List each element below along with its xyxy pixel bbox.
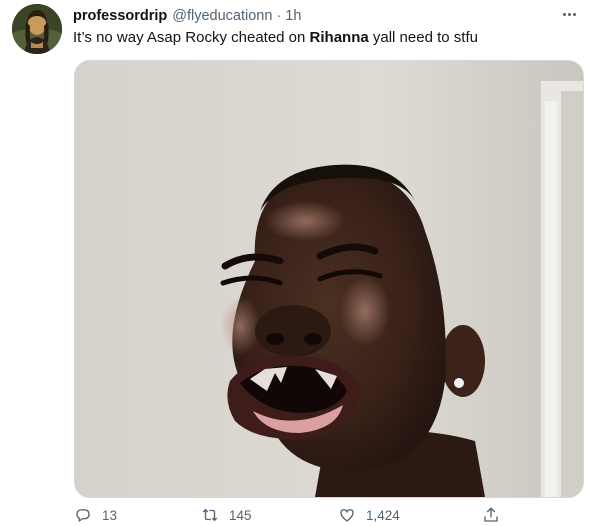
author-handle[interactable]: @flyeducationn (172, 8, 272, 24)
crying-man-photo-icon (75, 61, 583, 497)
reply-count: 13 (102, 507, 118, 523)
avatar[interactable] (12, 4, 62, 54)
retweet-count: 145 (229, 507, 252, 523)
tweet-actions: 13 145 1,424 (74, 506, 514, 526)
timestamp[interactable]: 1h (285, 8, 301, 24)
tweet-text: It’s no way Asap Rocky cheated on Rihann… (73, 28, 478, 48)
tweet[interactable]: professordrip @flyeducationn · 1h It’s n… (0, 0, 595, 525)
tweet-media[interactable] (74, 60, 584, 498)
reply-icon (76, 509, 90, 522)
separator-dot: · (276, 8, 282, 24)
tweet-text-part: It’s no way Asap Rocky cheated on (73, 29, 310, 46)
mona-lisa-avatar-icon (12, 4, 62, 54)
like-count: 1,424 (366, 507, 400, 523)
retweet-button[interactable]: 145 (201, 506, 252, 524)
author-name[interactable]: professordrip (73, 8, 167, 24)
heart-icon (340, 509, 354, 522)
tweet-text-bold: Rihanna (309, 29, 369, 46)
share-button[interactable] (482, 506, 500, 524)
more-options-icon[interactable] (557, 5, 581, 23)
like-button[interactable]: 1,424 (338, 506, 400, 524)
retweet-icon (202, 508, 218, 522)
tweet-header: professordrip @flyeducationn · 1h (73, 6, 301, 26)
tweet-text-part: yall need to stfu (368, 29, 478, 46)
reply-button[interactable]: 13 (74, 506, 117, 524)
share-icon (484, 507, 498, 522)
